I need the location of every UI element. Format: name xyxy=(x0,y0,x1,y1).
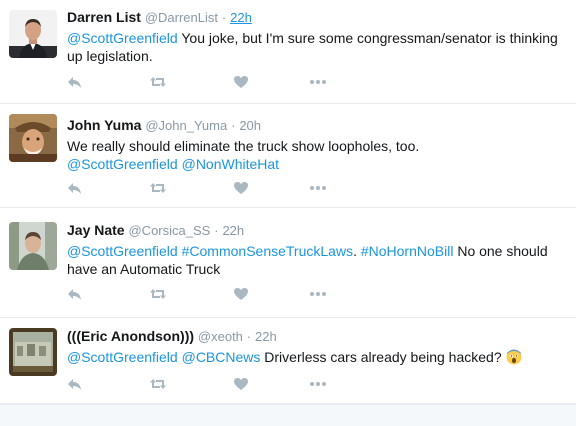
retweet-button[interactable] xyxy=(149,376,167,392)
hashtag-link[interactable]: #NoHornNoBill xyxy=(361,243,454,259)
fullname[interactable]: (((Eric Anondson))) xyxy=(67,328,194,344)
like-button[interactable] xyxy=(233,74,249,90)
tweet-actions xyxy=(67,180,347,196)
separator: · xyxy=(221,10,227,25)
more-icon xyxy=(309,376,327,392)
mention-link[interactable]: @CBCNews xyxy=(182,349,261,365)
reply-icon xyxy=(67,286,83,302)
retweet-button[interactable] xyxy=(149,286,167,302)
retweet-icon xyxy=(149,74,167,90)
separator: · xyxy=(246,329,252,344)
more-icon xyxy=(309,180,327,196)
avatar[interactable] xyxy=(9,10,57,58)
reply-icon xyxy=(67,180,83,196)
username[interactable]: @Corsica_SS xyxy=(128,223,210,238)
timeline-feed: Darren List @DarrenList · 22h @ScottGree… xyxy=(0,0,576,426)
mention-link[interactable]: @ScottGreenfield xyxy=(67,243,178,259)
tweet-jay-nate[interactable]: Jay Nate @Corsica_SS · 22h @ScottGreenfi… xyxy=(0,208,576,318)
tweet-text: @ScottGreenfield #CommonSenseTruckLaws. … xyxy=(67,242,568,278)
more-icon xyxy=(309,286,327,302)
more-button[interactable] xyxy=(309,286,327,302)
tweet-actions xyxy=(67,376,347,392)
timestamp-link[interactable]: 22h xyxy=(230,10,252,25)
more-button[interactable] xyxy=(309,74,327,90)
timestamp-link[interactable]: 22h xyxy=(222,223,244,238)
avatar[interactable] xyxy=(9,222,57,270)
reply-button[interactable] xyxy=(67,180,83,196)
tweet-actions xyxy=(67,74,347,90)
tweet-text-segment: Driverless cars already being hacked? xyxy=(260,349,506,365)
reply-icon xyxy=(67,74,83,90)
tweet-darren-list[interactable]: Darren List @DarrenList · 22h @ScottGree… xyxy=(0,0,576,104)
tweet-john-yuma[interactable]: John Yuma @John_Yuma · 20h We really sho… xyxy=(0,104,576,208)
separator: · xyxy=(231,118,236,133)
tweet-text: @ScottGreenfield You joke, but I'm sure … xyxy=(67,29,568,65)
tweet-text-segment: We really should eliminate the truck sho… xyxy=(67,138,420,154)
tweet-text: We really should eliminate the truck sho… xyxy=(67,137,568,173)
mention-link[interactable]: @ScottGreenfield xyxy=(67,349,178,365)
more-button[interactable] xyxy=(309,180,327,196)
heart-icon xyxy=(233,376,249,392)
heart-icon xyxy=(233,180,249,196)
username[interactable]: @DarrenList xyxy=(145,10,218,25)
like-button[interactable] xyxy=(233,376,249,392)
reply-button[interactable] xyxy=(67,74,83,90)
retweet-icon xyxy=(149,286,167,302)
avatar[interactable] xyxy=(9,114,57,162)
separator: · xyxy=(214,223,219,238)
username[interactable]: @John_Yuma xyxy=(145,118,227,133)
retweet-button[interactable] xyxy=(149,74,167,90)
avatar[interactable] xyxy=(9,328,57,376)
tweet-actions xyxy=(67,286,347,302)
username[interactable]: @xeoth xyxy=(198,329,243,344)
timeline-footer xyxy=(0,404,576,426)
retweet-icon xyxy=(149,180,167,196)
mention-link[interactable]: @ScottGreenfield xyxy=(67,156,178,172)
fullname[interactable]: Jay Nate xyxy=(67,222,125,238)
timestamp-link[interactable]: 22h xyxy=(255,329,277,344)
tweet-text-segment: . xyxy=(353,243,361,259)
heart-icon xyxy=(233,74,249,90)
more-icon xyxy=(309,74,327,90)
fullname[interactable]: Darren List xyxy=(67,9,141,25)
reply-icon xyxy=(67,376,83,392)
timestamp-link[interactable]: 20h xyxy=(239,118,261,133)
retweet-icon xyxy=(149,376,167,392)
more-button[interactable] xyxy=(309,376,327,392)
hashtag-link[interactable]: #CommonSenseTruckLaws xyxy=(182,243,353,259)
like-button[interactable] xyxy=(233,286,249,302)
tweet-text: @ScottGreenfield @CBCNews Driverless car… xyxy=(67,348,568,366)
retweet-button[interactable] xyxy=(149,180,167,196)
mention-link[interactable]: @NonWhiteHat xyxy=(182,156,279,172)
tweet-eric-anondson[interactable]: (((Eric Anondson))) @xeoth · 22h @ScottG… xyxy=(0,318,576,404)
reply-button[interactable] xyxy=(67,376,83,392)
fullname[interactable]: John Yuma xyxy=(67,117,141,133)
mention-link[interactable]: @ScottGreenfield xyxy=(67,30,178,46)
reply-button[interactable] xyxy=(67,286,83,302)
heart-icon xyxy=(233,286,249,302)
scream-emoji xyxy=(506,349,522,365)
like-button[interactable] xyxy=(233,180,249,196)
